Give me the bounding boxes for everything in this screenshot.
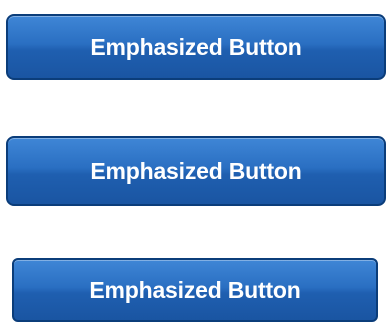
emphasized-button-2[interactable]: Emphasized Button [6, 136, 386, 206]
button-label: Emphasized Button [89, 276, 301, 303]
button-label: Emphasized Button [90, 157, 302, 184]
button-showcase: Emphasized Button Emphasized Button Emph… [0, 0, 387, 325]
emphasized-button-1[interactable]: Emphasized Button [6, 14, 386, 80]
emphasized-button-3[interactable]: Emphasized Button [12, 258, 378, 322]
button-label: Emphasized Button [90, 33, 302, 60]
